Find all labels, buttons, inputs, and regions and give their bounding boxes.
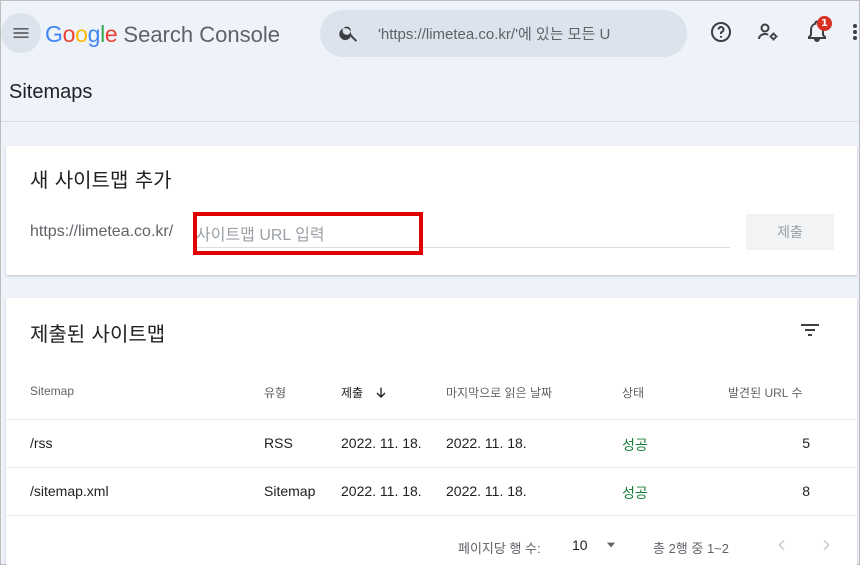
title-divider <box>1 121 859 122</box>
rows-per-page-select[interactable]: 10 <box>566 535 626 555</box>
column-header-type[interactable]: 유형 <box>264 384 286 401</box>
menu-icon <box>13 28 29 38</box>
row-divider <box>6 467 857 468</box>
rows-per-page-value: 10 <box>572 537 588 553</box>
row-divider <box>6 419 857 420</box>
column-header-sitemap[interactable]: Sitemap <box>30 384 74 398</box>
submit-button[interactable]: 제출 <box>746 214 834 250</box>
manage-users-icon <box>758 23 778 41</box>
cell-discovered-urls: 5 <box>802 435 810 451</box>
help-button[interactable] <box>704 15 738 49</box>
google-search-console-logo[interactable]: Google Search Console <box>45 21 280 49</box>
dropdown-arrow-icon <box>606 542 615 548</box>
column-header-discovered-urls[interactable]: 발견된 URL 수 <box>728 384 802 401</box>
arrow-down-icon <box>376 387 386 398</box>
cell-last-read: 2022. 11. 18. <box>446 435 527 451</box>
more-vert-icon <box>853 24 857 40</box>
logo-letter: o <box>62 21 76 47</box>
manage-users-button[interactable] <box>751 15 785 49</box>
chevron-left-icon <box>778 539 785 551</box>
more-options-button[interactable] <box>837 15 859 49</box>
cell-type: Sitemap <box>264 483 316 499</box>
rows-per-page-label: 페이지당 행 수: <box>458 541 541 556</box>
logo-letter: g <box>87 21 101 47</box>
notification-count-badge: 1 <box>817 16 832 31</box>
cell-sitemap[interactable]: /sitemap.xml <box>30 483 109 499</box>
add-sitemap-title: 새 사이트맵 추가 <box>30 168 172 192</box>
next-page-button[interactable] <box>814 533 838 557</box>
filter-icon[interactable] <box>796 316 824 344</box>
column-header-last-read[interactable]: 마지막으로 읽은 날짜 <box>446 384 552 401</box>
cell-last-read: 2022. 11. 18. <box>446 483 527 499</box>
column-header-status[interactable]: 상태 <box>622 384 644 401</box>
logo-letter: o <box>75 21 88 47</box>
chevron-right-icon <box>823 539 830 551</box>
help-icon <box>711 22 731 42</box>
cell-status: 성공 <box>622 437 648 453</box>
add-sitemap-card: 새 사이트맵 추가 https://limetea.co.kr/ 제출 <box>6 146 857 275</box>
previous-page-button[interactable] <box>770 533 794 557</box>
cell-type: RSS <box>264 435 293 451</box>
search-icon[interactable] <box>338 22 360 44</box>
google-wordmark: Google <box>45 21 118 48</box>
search-input[interactable] <box>378 20 658 47</box>
logo-letter: e <box>104 21 118 47</box>
page-title: Sitemaps <box>9 81 93 103</box>
cell-status: 성공 <box>622 485 648 501</box>
column-header-submitted-label: 제출 <box>341 386 364 400</box>
top-bar: Google Search Console 1 <box>1 1 859 69</box>
cell-submitted: 2022. 11. 18. <box>341 435 422 451</box>
cell-submitted: 2022. 11. 18. <box>341 483 422 499</box>
cell-sitemap[interactable]: /rss <box>30 435 53 451</box>
pagination-range: 총 2행 중 1~2 <box>653 541 729 556</box>
row-divider <box>6 515 857 516</box>
cell-discovered-urls: 8 <box>802 483 810 499</box>
property-url-prefix: https://limetea.co.kr/ <box>30 223 174 240</box>
product-name: Search Console <box>123 22 280 47</box>
logo-letter: G <box>45 21 63 47</box>
column-header-submitted[interactable]: 제출 <box>341 384 389 401</box>
submitted-sitemaps-title: 제출된 사이트맵 <box>30 322 166 346</box>
url-inspection-search <box>320 10 687 57</box>
main-menu-button[interactable] <box>1 13 41 53</box>
highlight-box <box>193 212 423 255</box>
submitted-sitemaps-card: 제출된 사이트맵 Sitemap 유형 제출 마지막으로 읽은 날짜 상태 발견… <box>6 298 857 565</box>
